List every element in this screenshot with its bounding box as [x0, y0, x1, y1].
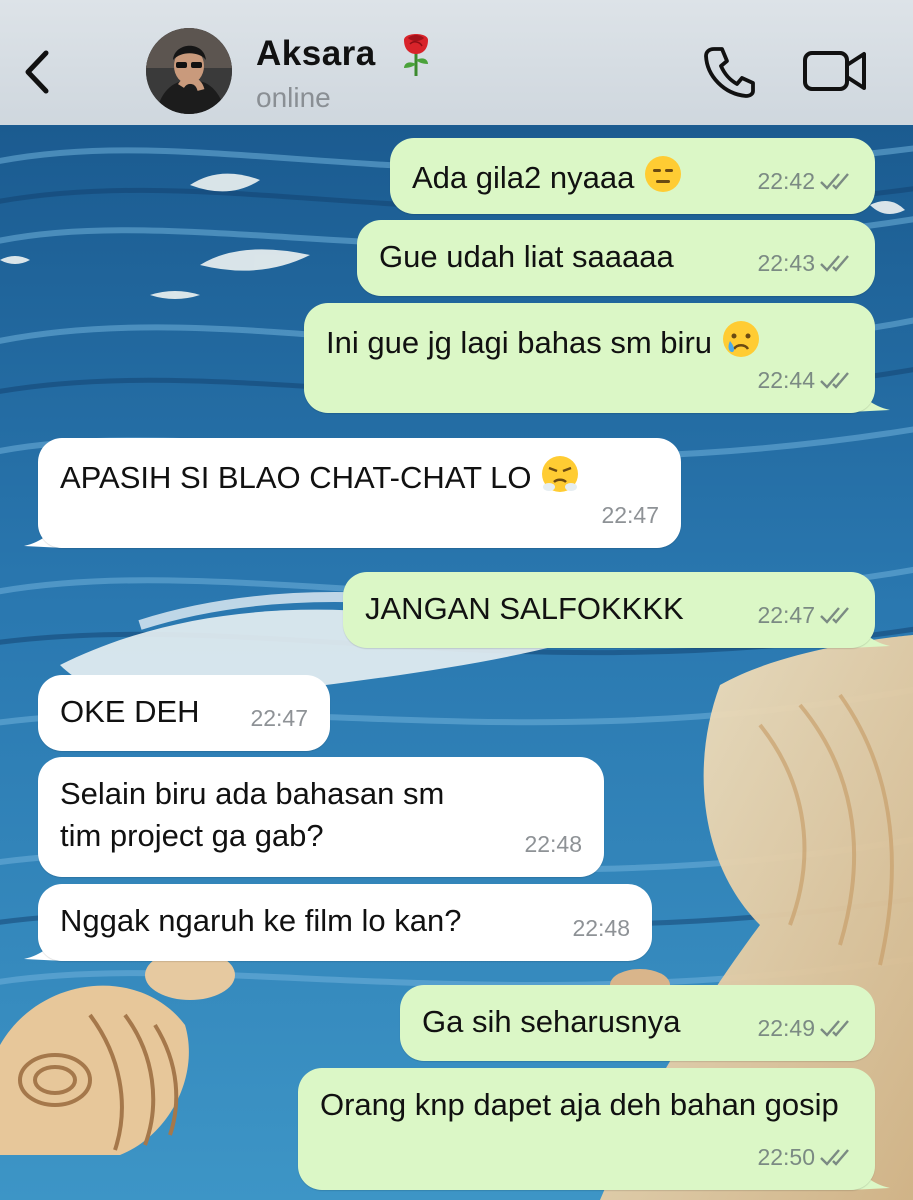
- chat-screen: Aksara online Ada gila2 nyaaa 22:42 Gue …: [0, 0, 913, 1200]
- message-meta: 22:47: [601, 494, 659, 536]
- contact-status: online: [256, 82, 331, 113]
- voice-call-button[interactable]: [702, 44, 756, 98]
- message-time: 22:47: [757, 602, 815, 628]
- double-check-icon: [820, 255, 849, 272]
- contact-avatar[interactable]: [146, 28, 232, 114]
- message-outgoing[interactable]: Ga sih seharusnya 22:49: [400, 985, 875, 1061]
- message-text: Selain biru ada bahasan sm tim project g…: [60, 776, 445, 853]
- steam-from-nose-face-emoji: [542, 456, 579, 492]
- message-text: Gue udah liat saaaaa: [379, 239, 674, 274]
- double-check-icon: [820, 1020, 849, 1037]
- message-time: 22:48: [572, 915, 630, 941]
- message-incoming[interactable]: APASIH SI BLAO CHAT-CHAT LO 22:47: [38, 438, 681, 548]
- message-outgoing[interactable]: Gue udah liat saaaaa 22:43: [357, 220, 875, 296]
- chat-header: Aksara online: [0, 0, 913, 125]
- message-incoming[interactable]: Selain biru ada bahasan sm tim project g…: [38, 757, 604, 877]
- message-meta: 22:44: [757, 359, 853, 401]
- message-time: 22:49: [757, 1015, 815, 1041]
- message-outgoing[interactable]: Orang knp dapet aja deh bahan gosip 22:5…: [298, 1068, 875, 1190]
- video-call-button[interactable]: [802, 47, 868, 95]
- expressionless-face-emoji: [644, 156, 681, 192]
- message-time: 22:48: [524, 831, 582, 857]
- message-time: 22:44: [757, 367, 815, 393]
- message-meta: 22:47: [757, 594, 853, 636]
- message-text: Nggak ngaruh ke film lo kan?: [60, 903, 462, 938]
- message-text: Ada gila2 nyaaa: [412, 160, 635, 195]
- contact-name[interactable]: Aksara: [256, 34, 376, 74]
- message-time: 22:43: [757, 250, 815, 276]
- message-text: Ga sih seharusnya: [422, 1004, 681, 1039]
- message-text: JANGAN SALFOKKKK: [365, 591, 684, 626]
- video-camera-icon: [803, 51, 866, 91]
- message-time: 22:47: [250, 705, 308, 731]
- message-meta: 22:50: [757, 1136, 853, 1178]
- message-outgoing[interactable]: Ini gue jg lagi bahas sm biru 22:44: [304, 303, 875, 413]
- double-check-icon: [820, 607, 849, 624]
- message-text: APASIH SI BLAO CHAT-CHAT LO: [60, 460, 532, 495]
- message-meta: 22:48: [524, 823, 582, 865]
- back-button[interactable]: [18, 45, 58, 100]
- message-time: 22:42: [757, 168, 815, 194]
- avatar-photo: [146, 28, 232, 114]
- message-outgoing[interactable]: Ada gila2 nyaaa 22:42: [390, 138, 875, 214]
- message-meta: 22:42: [757, 160, 853, 202]
- message-incoming[interactable]: OKE DEH 22:47: [38, 675, 330, 751]
- message-text: Ini gue jg lagi bahas sm biru: [326, 325, 713, 360]
- message-time: 22:47: [601, 502, 659, 528]
- message-incoming[interactable]: Nggak ngaruh ke film lo kan? 22:48: [38, 884, 652, 961]
- message-text: Orang knp dapet aja deh bahan gosip: [320, 1087, 839, 1122]
- chevron-left-icon: [25, 50, 49, 94]
- message-time: 22:50: [757, 1144, 815, 1170]
- message-meta: 22:49: [757, 1007, 853, 1049]
- rose-icon: [404, 34, 428, 76]
- double-check-icon: [820, 173, 849, 190]
- phone-icon: [704, 47, 755, 98]
- message-meta: 22:47: [250, 697, 308, 739]
- message-meta: 22:48: [572, 907, 630, 949]
- crying-face-emoji: [722, 321, 759, 357]
- message-meta: 22:43: [757, 242, 853, 284]
- message-outgoing[interactable]: JANGAN SALFOKKKK 22:47: [343, 572, 875, 648]
- message-text: OKE DEH: [60, 694, 200, 729]
- double-check-icon: [820, 372, 849, 389]
- double-check-icon: [820, 1149, 849, 1166]
